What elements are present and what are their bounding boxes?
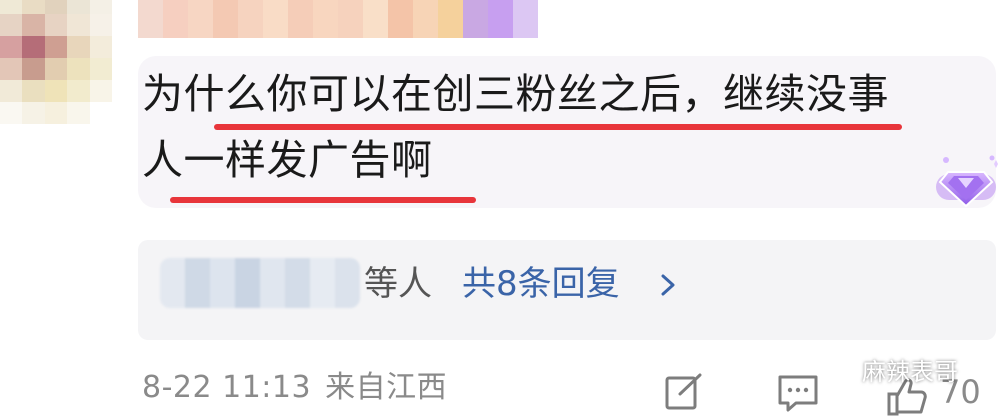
share-icon[interactable]: [664, 372, 704, 412]
comment-text-line-2: 人一样发广告啊: [142, 136, 433, 184]
diamond-badge-icon: [936, 155, 998, 208]
username-blurred[interactable]: [138, 0, 538, 38]
comment-meta: 8-22 11:13 来自江西: [142, 366, 461, 410]
avatar[interactable]: [0, 0, 112, 124]
watermark: 麻辣表哥: [822, 352, 958, 387]
red-underline-2: [170, 197, 476, 203]
watermark-text: 麻辣表哥: [862, 358, 958, 386]
chevron-right-icon[interactable]: [656, 272, 680, 298]
reply-usernames-blurred: [160, 258, 360, 308]
reply-users-suffix: 等人: [364, 264, 432, 304]
comment-icon[interactable]: [776, 372, 820, 414]
comment-location: 来自江西: [325, 370, 448, 405]
red-underline-1: [214, 124, 902, 130]
comment-text-line-1: 为什么你可以在创三粉丝之后，继续没事: [142, 70, 889, 118]
comment-timestamp: 8-22 11:13: [142, 370, 312, 405]
view-replies-link[interactable]: 共8条回复: [462, 262, 620, 306]
wechat-logo-icon: [823, 356, 855, 382]
